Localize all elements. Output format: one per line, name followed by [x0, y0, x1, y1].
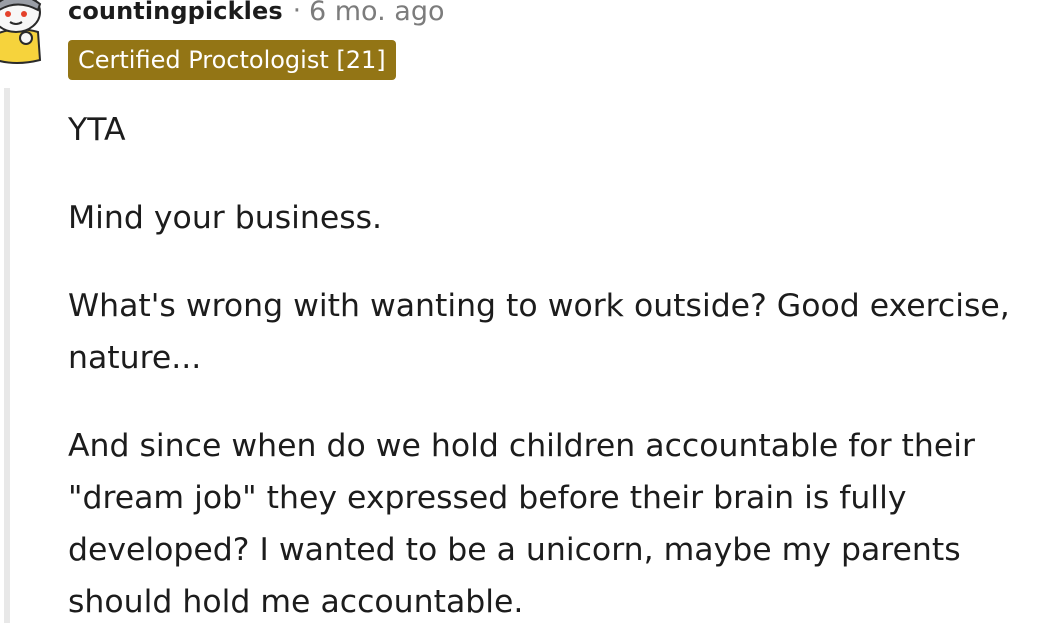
comment-paragraph: YTA	[68, 112, 126, 148]
meta-separator: ·	[292, 0, 301, 26]
avatar[interactable]	[0, 0, 48, 66]
comment-body: YTA Mind your business. What's wrong wit…	[68, 104, 1048, 628]
comment-timestamp[interactable]: 6 mo. ago	[309, 0, 444, 27]
comment-paragraph: And since when do we hold children accou…	[68, 428, 975, 620]
thread-line[interactable]	[4, 88, 10, 623]
user-flair-badge: Certified Proctologist [21]	[68, 40, 396, 80]
comment-header: countingpickles · 6 mo. ago	[68, 0, 444, 28]
username-link[interactable]: countingpickles	[68, 0, 283, 25]
comment-paragraph: What's wrong with wanting to work outsid…	[68, 288, 1010, 376]
comment-paragraph: Mind your business.	[68, 200, 383, 236]
